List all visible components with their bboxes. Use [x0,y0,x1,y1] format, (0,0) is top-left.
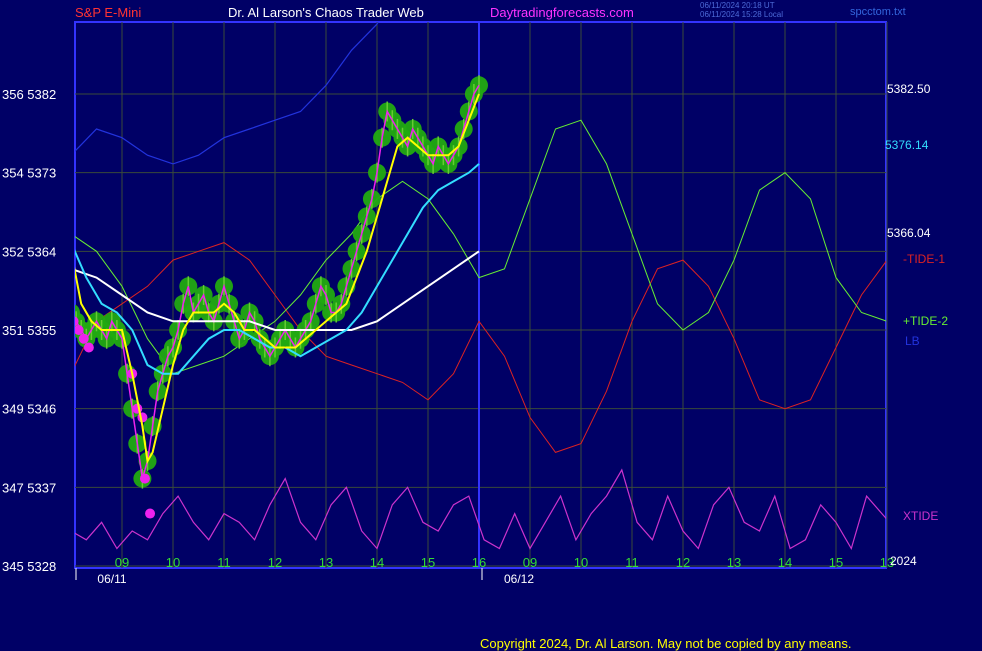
x-tick-label: 12 [268,555,282,570]
site-url[interactable]: Daytradingforecasts.com [490,5,634,20]
signal-dot [75,325,84,335]
x-date-label: 06/12 [504,572,534,586]
signal-dot [139,473,150,484]
y-tick-label: 352 5364 [2,244,56,259]
label-price-top: 5382.50 [887,82,931,96]
x-tick-label: 15 [829,555,843,570]
signal-dot [83,342,94,353]
timestamp-ut: 06/11/2024 20:18 UT [700,1,775,10]
x-tick-label: 15 [421,555,435,570]
timestamp-local: 06/11/2024 15:28 Local [700,10,784,19]
signal-dot [145,508,156,519]
instrument-title: S&P E-Mini [75,5,142,20]
y-tick-label: 351 5355 [2,323,56,338]
y-tick-label: 356 5382 [2,87,56,102]
x-tick-label: 11 [217,555,231,570]
label-year: 2024 [890,554,917,568]
x-tick-label: 16 [472,555,486,570]
x-tick-label: 13 [727,555,741,570]
series-line--tide-2 [75,119,886,375]
signal-dot [78,333,89,344]
x-tick-label: 10 [166,555,180,570]
y-axis-labels: 356 5382 354 5373 352 5364 351 5355 349 5346… [2,87,56,574]
label-tide2: +TIDE-2 [903,314,949,328]
y-tick-label: 345 5328 [2,559,56,574]
x-tick-label: 14 [370,555,384,570]
x-tick-label: 12 [676,555,690,570]
label-price-white: 5366.04 [887,226,931,240]
x-date-label: 06/11 [97,572,126,586]
y-tick-label: 354 5373 [2,166,56,181]
series-line--tide-1 [75,242,886,453]
y-tick-label: 347 5337 [2,480,56,495]
copyright: Copyright 2024, Dr. Al Larson. May not b… [480,636,852,651]
x-axis-labels: 09 10 11 12 13 14 15 16 09 10 11 12 13 14 15 1306/11 06/… [97,555,894,586]
price-chart: 356 5382 354 5373 352 5364 351 5355 349 5346… [2,21,894,586]
series-line-xtide [75,468,886,551]
site-title: Dr. Al Larson's Chaos Trader Web [228,5,424,20]
x-tick-label: 11 [625,555,639,570]
label-price-cyan: 5376.14 [885,138,929,152]
data-file: spcctom.txt [850,6,906,18]
signal-dot [132,403,143,414]
x-tick-label: 13 [319,555,333,570]
signal-dot [75,316,79,327]
label-xtide: XTIDE [903,509,939,523]
y-tick-label: 349 5346 [2,402,56,417]
x-tick-label: 09 [115,555,129,570]
x-tick-label: 09 [523,555,537,570]
x-tick-label: 14 [778,555,792,570]
x-tick-label: 10 [574,555,588,570]
label-lb: LB [905,334,920,348]
label-tide1: -TIDE-1 [903,252,945,266]
